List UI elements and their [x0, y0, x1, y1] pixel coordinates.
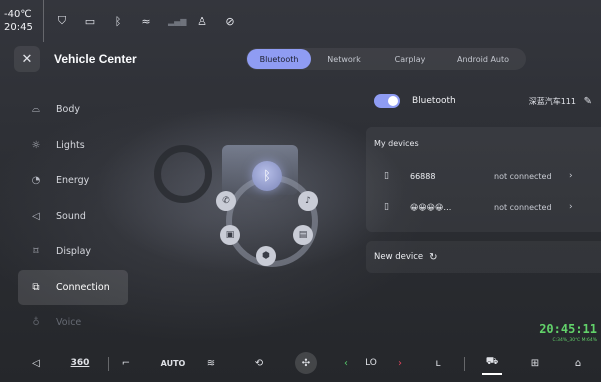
dock-divider	[108, 357, 109, 371]
chevron-right-icon: ›	[569, 171, 573, 181]
device-row[interactable]: ▯ 😀😀😀😀… not connected ›	[366, 194, 601, 220]
outside-temperature: -40℃	[4, 9, 32, 20]
dock-divider	[464, 357, 465, 371]
seat-recline-icon[interactable]: ⌐	[118, 351, 134, 375]
voice-icon: ♁	[32, 317, 40, 329]
vehicle-center-icon[interactable]: ⛟	[482, 351, 502, 375]
fan-button[interactable]: ✣	[295, 351, 317, 375]
device-name: 66888	[410, 171, 436, 181]
bluetooth-icon: ᛒ	[114, 14, 122, 28]
chevron-right-icon: ›	[569, 202, 573, 212]
sidebar-item-energy[interactable]: ◔ Energy	[18, 163, 128, 199]
bluetooth-row: Bluetooth 深蓝汽车111 ✎	[366, 86, 596, 116]
my-devices-title: My devices	[374, 139, 419, 148]
device-status: not connected	[494, 202, 552, 212]
view-360-button[interactable]: 360	[68, 351, 92, 375]
car-bluetooth-name: 深蓝汽车111	[528, 96, 576, 106]
tab-network[interactable]: Network	[311, 49, 377, 69]
temperature-value: LO	[365, 358, 377, 368]
sidebar-item-label: Voice	[56, 317, 82, 329]
auto-climate-button[interactable]: AUTO	[160, 351, 186, 375]
edit-icon[interactable]: ✎	[584, 96, 592, 107]
temp-decrease-button[interactable]: ‹	[341, 351, 351, 375]
overlay-clock: 20:45:11	[539, 322, 597, 336]
tab-bar: Bluetooth Network Carplay Android Auto	[246, 48, 526, 70]
sidebar-item-label: Sound	[56, 210, 86, 222]
display-icon: ⌑	[33, 246, 39, 258]
page-title: Vehicle Center	[54, 52, 137, 66]
seat-icon[interactable]: ʟ	[430, 351, 446, 375]
phone-node-icon: ✆	[216, 191, 236, 211]
tab-android-auto[interactable]: Android Auto	[443, 49, 523, 69]
bluetooth-toggle[interactable]	[374, 94, 400, 108]
sidebar-item-label: Display	[56, 246, 92, 258]
status-bar: -40℃ 20:45 ⛉ ▭ ᛒ ≈ ▂▄▆ ♙ ⊘	[0, 0, 601, 42]
sidebar-item-connection[interactable]: ⧉ Connection	[18, 269, 128, 305]
air-circulation-icon[interactable]: ⟲	[248, 351, 270, 375]
home-icon[interactable]: ⌂	[570, 351, 586, 375]
signal-icon: ▂▄▆	[168, 16, 187, 26]
book-node-icon: ▤	[293, 225, 313, 245]
device-status: not connected	[494, 171, 552, 181]
device-row[interactable]: ▯ 66888 not connected ›	[366, 163, 601, 189]
tag-icon: ▭	[84, 14, 96, 28]
volume-icon[interactable]: ◁	[28, 351, 44, 375]
tab-carplay[interactable]: Carplay	[377, 49, 443, 69]
sidebar-item-label: Lights	[56, 139, 85, 151]
gamepad-node-icon: ▣	[220, 225, 240, 245]
apps-grid-icon[interactable]: ⊞	[527, 351, 543, 375]
temp-increase-button[interactable]: ›	[395, 351, 405, 375]
sidebar-item-label: Energy	[56, 175, 90, 187]
temperature-time-block: -40℃ 20:45	[0, 0, 44, 42]
sidebar-item-sound[interactable]: ◁ Sound	[18, 199, 128, 235]
tab-bluetooth[interactable]: Bluetooth	[247, 49, 311, 69]
sidebar-item-label: Connection	[56, 281, 110, 293]
defrost-front-icon[interactable]: ≋	[202, 351, 220, 375]
light-icon: ☼	[31, 139, 41, 151]
speaker-icon: ◁	[32, 210, 40, 222]
bluetooth-label: Bluetooth	[412, 96, 456, 106]
location-node-icon: ⬢	[256, 246, 276, 266]
sidebar: ⌓ Body ☼ Lights ◔ Energy ◁ Sound ⌑ Displ…	[18, 92, 128, 341]
fan-icon: ✣	[295, 352, 317, 374]
sidebar-item-body[interactable]: ⌓ Body	[18, 92, 128, 128]
car-body-icon: ⌓	[32, 104, 40, 116]
header: ✕ Vehicle Center Bluetooth Network Carpl…	[14, 46, 594, 72]
overlay-stats: C:34%_30℃ M:64%	[552, 338, 597, 343]
shield-icon: ⛉	[57, 14, 67, 27]
music-node-icon: ♪	[298, 191, 318, 211]
new-device-button[interactable]: New device ↻	[366, 241, 601, 273]
new-device-label: New device	[374, 252, 424, 262]
sidebar-item-label: Body	[56, 104, 80, 116]
bluetooth-node-icon: ᛒ	[252, 161, 282, 191]
connection-icon: ⧉	[32, 281, 40, 293]
phone-icon: ▯	[384, 171, 389, 181]
sidebar-item-display[interactable]: ⌑ Display	[18, 234, 128, 270]
refresh-icon: ↻	[429, 251, 438, 263]
wifi-icon: ≈	[141, 14, 151, 28]
phone-icon: ▯	[384, 202, 389, 212]
person-icon: ♙	[197, 14, 207, 28]
close-button[interactable]: ✕	[14, 46, 40, 72]
status-time: 20:45	[4, 22, 33, 33]
sidebar-item-lights[interactable]: ☼ Lights	[18, 128, 128, 164]
sidebar-item-voice[interactable]: ♁ Voice	[18, 305, 128, 341]
energy-icon: ◔	[31, 175, 41, 187]
steering-wheel-graphic	[154, 145, 212, 203]
close-icon: ✕	[21, 51, 33, 67]
bottom-dock: ◁ 360 ⌐ AUTO ≋ ⟲ ✣ ‹ LO › ʟ ⛟ ⊞ ⌂	[0, 345, 601, 382]
my-devices-panel: My devices ▯ 66888 not connected › ▯ 😀😀😀…	[366, 127, 601, 232]
connection-illustration: ᛒ ✆ ♪ ▣ ▤ ⬢	[154, 135, 360, 275]
eye-off-icon: ⊘	[225, 14, 235, 28]
device-name: 😀😀😀😀…	[410, 202, 452, 212]
